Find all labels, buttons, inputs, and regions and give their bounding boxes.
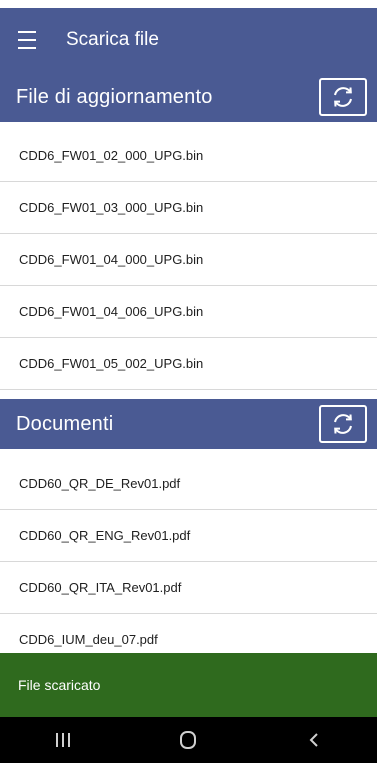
refresh-update-files-button[interactable] <box>319 78 367 116</box>
status-bar-strip <box>0 0 377 8</box>
list-item[interactable]: CDD60_QR_ENG_Rev01.pdf <box>0 510 377 562</box>
back-button[interactable] <box>284 717 344 763</box>
list-item[interactable]: CDD6_FW01_04_006_UPG.bin <box>0 286 377 338</box>
list-item[interactable]: CDD6_FW01_04_000_UPG.bin <box>0 234 377 286</box>
app-bar: Scarica file <box>0 8 377 72</box>
snackbar-message: File scaricato <box>18 677 101 693</box>
documents-list: CDD60_QR_DE_Rev01.pdf CDD60_QR_ENG_Rev01… <box>0 458 377 666</box>
hamburger-icon[interactable] <box>18 31 42 49</box>
section-header-update-files: File di aggiornamento <box>0 72 377 122</box>
list-item[interactable]: CDD60_QR_ITA_Rev01.pdf <box>0 562 377 614</box>
list-item[interactable]: CDD6_FW01_03_000_UPG.bin <box>0 182 377 234</box>
list-item[interactable]: CDD6_FW01_02_000_UPG.bin <box>0 130 377 182</box>
system-nav-bar <box>0 717 377 763</box>
list-item[interactable]: CDD6_FW01_05_002_UPG.bin <box>0 338 377 390</box>
recent-apps-icon <box>55 733 70 747</box>
update-files-list: CDD6_FW01_02_000_UPG.bin CDD6_FW01_03_00… <box>0 130 377 390</box>
recent-apps-button[interactable] <box>33 717 93 763</box>
refresh-documents-button[interactable] <box>319 405 367 443</box>
list-item[interactable]: CDD60_QR_DE_Rev01.pdf <box>0 458 377 510</box>
snackbar: File scaricato <box>0 653 377 717</box>
app-title: Scarica file <box>66 29 159 50</box>
section-header-documents: Documenti <box>0 399 377 449</box>
back-icon <box>309 733 318 747</box>
refresh-icon <box>334 414 352 434</box>
refresh-icon <box>334 87 352 107</box>
home-button[interactable] <box>158 717 218 763</box>
section-title: File di aggiornamento <box>16 85 213 108</box>
section-title: Documenti <box>16 412 114 435</box>
home-icon <box>180 731 197 749</box>
